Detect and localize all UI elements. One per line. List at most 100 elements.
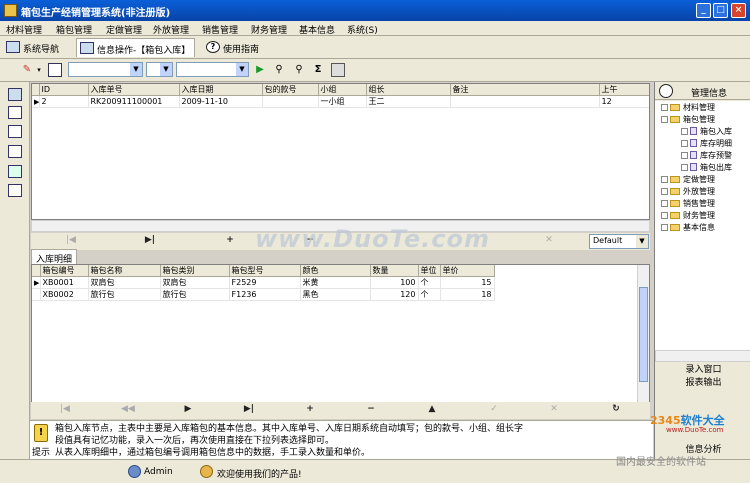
minimize-button[interactable]: _ — [696, 3, 711, 18]
menu-system[interactable]: 系统(S) — [347, 23, 378, 36]
chevron-down-icon[interactable]: ▾ — [35, 63, 43, 77]
table-cell[interactable]: 2009-11-10 — [179, 95, 263, 108]
table-row[interactable]: XB0002 旅行包 旅行包 F1236 黑色 120 个 18 — [32, 288, 495, 301]
tree-node-bag-outbound[interactable]: 箱包出库 — [681, 162, 732, 173]
document-icon[interactable] — [8, 145, 22, 158]
menu-basic-info[interactable]: 基本信息 — [299, 23, 335, 36]
tab-system-nav[interactable]: 系统导航 — [3, 38, 63, 57]
column-header[interactable]: 数量 — [370, 265, 419, 277]
table-row[interactable]: ▶ XB0001 双肩包 双肩包 F2529 米黄 100 个 15 — [32, 276, 495, 289]
prev-page-button[interactable]: ◀◀ — [121, 404, 135, 414]
table-cell[interactable]: 12 — [599, 95, 649, 108]
tree-node-stock-detail[interactable]: 库存明细 — [681, 138, 732, 149]
menu-material[interactable]: 材料管理 — [6, 23, 42, 36]
last-record-button[interactable]: ▶| — [144, 235, 156, 245]
tab-info-operation[interactable]: 信息操作-【箱包入库】 — [76, 38, 196, 57]
form-view-icon[interactable] — [8, 125, 22, 138]
report-output-button[interactable]: 报表输出 — [657, 377, 750, 389]
column-header[interactable]: 入库单号 — [88, 84, 180, 96]
tree-node-bag-inbound[interactable]: 箱包入库 — [681, 126, 732, 137]
print-icon[interactable] — [331, 63, 345, 77]
table-cell[interactable]: 120 — [370, 288, 419, 301]
find-next-icon[interactable]: ⚲ — [292, 63, 306, 77]
column-header[interactable]: 备注 — [450, 84, 600, 96]
tree-node-finance[interactable]: 财务管理 — [661, 210, 715, 221]
expand-icon[interactable] — [661, 176, 668, 183]
expand-icon[interactable] — [681, 128, 688, 135]
find-icon[interactable]: ⚲ — [272, 63, 286, 77]
image-icon[interactable] — [8, 165, 22, 178]
column-header[interactable]: 入库日期 — [179, 84, 263, 96]
table-cell[interactable]: RK200911100001 — [88, 95, 180, 108]
table-cell[interactable]: 15 — [440, 276, 495, 289]
column-header[interactable]: ID — [39, 84, 89, 96]
table-cell[interactable]: 旅行包 — [160, 288, 230, 301]
column-header[interactable]: 箱包类别 — [160, 265, 230, 277]
column-header[interactable]: 上午 — [599, 84, 649, 96]
column-header[interactable]: 小组 — [318, 84, 367, 96]
tab-user-guide[interactable]: ? 使用指南 — [203, 38, 263, 57]
collapse-icon[interactable] — [661, 116, 668, 123]
menu-finance[interactable]: 财务管理 — [251, 23, 287, 36]
tree-node-material[interactable]: 材料管理 — [661, 102, 715, 113]
menu-sales[interactable]: 销售管理 — [202, 23, 238, 36]
expand-icon[interactable] — [661, 212, 668, 219]
menu-outsource[interactable]: 外放管理 — [153, 23, 189, 36]
post-edit-button[interactable]: ✓ — [488, 404, 500, 414]
table-cell[interactable]: 100 — [370, 276, 419, 289]
insert-record-button[interactable]: + — [224, 235, 236, 245]
layout-select[interactable]: Default ▼ — [589, 234, 649, 249]
delete-record-button[interactable]: − — [365, 404, 377, 414]
search-doc-icon[interactable] — [48, 63, 62, 77]
sum-icon[interactable]: Σ — [311, 63, 325, 77]
column-header[interactable]: 包的款号 — [262, 84, 319, 96]
column-header[interactable]: 箱包名称 — [88, 265, 161, 277]
table-cell[interactable]: XB0002 — [40, 288, 89, 301]
expand-icon[interactable] — [661, 200, 668, 207]
table-cell[interactable] — [262, 95, 319, 108]
scroll-thumb[interactable] — [639, 287, 648, 382]
table-cell[interactable]: 个 — [418, 288, 441, 301]
filter-field-select[interactable]: ▼ — [68, 62, 143, 77]
grid-view-icon[interactable] — [8, 88, 22, 101]
table-cell[interactable]: F1236 — [229, 288, 301, 301]
table-cell[interactable]: 王二 — [366, 95, 451, 108]
column-header[interactable]: 单位 — [418, 265, 441, 277]
tree-node-sales[interactable]: 销售管理 — [661, 198, 715, 209]
table-cell[interactable]: 米黄 — [300, 276, 371, 289]
entry-window-button[interactable]: 录入窗口 — [657, 364, 750, 376]
cancel-edit-button[interactable]: ✕ — [543, 235, 555, 245]
table-cell[interactable]: 18 — [440, 288, 495, 301]
refresh-icon[interactable]: ↻ — [610, 404, 622, 414]
column-header[interactable]: 颜色 — [300, 265, 371, 277]
expand-icon[interactable] — [681, 140, 688, 147]
column-header[interactable]: 单价 — [440, 265, 495, 277]
column-header[interactable]: 箱包编号 — [40, 265, 89, 277]
expand-icon[interactable] — [681, 164, 688, 171]
first-record-button[interactable]: |◀ — [65, 235, 77, 245]
tree-node-custom[interactable]: 定做管理 — [661, 174, 715, 185]
run-icon[interactable]: ▶ — [253, 63, 267, 77]
filter-value-select[interactable]: ▼ — [176, 62, 249, 77]
report-icon[interactable] — [8, 184, 22, 197]
tree-node-basic-info[interactable]: 基本信息 — [661, 222, 715, 233]
table-cell[interactable]: 黑色 — [300, 288, 371, 301]
expand-icon[interactable] — [681, 152, 688, 159]
tree-node-bag[interactable]: 箱包管理 — [661, 114, 715, 125]
expand-icon[interactable] — [661, 104, 668, 111]
menu-bag[interactable]: 箱包管理 — [56, 23, 92, 36]
pencil-icon[interactable]: ✎ — [20, 63, 34, 77]
filter-operator-select[interactable]: ▼ — [146, 62, 173, 77]
table-row[interactable]: ▶ 2 RK200911100001 2009-11-10 一小组 王二 12 — [32, 95, 649, 108]
menu-custom[interactable]: 定做管理 — [106, 23, 142, 36]
table-cell[interactable]: 旅行包 — [88, 288, 161, 301]
insert-record-button[interactable]: + — [304, 404, 316, 414]
close-button[interactable]: × — [731, 3, 746, 18]
table-cell[interactable]: 一小组 — [318, 95, 367, 108]
expand-icon[interactable] — [661, 224, 668, 231]
table-cell[interactable]: XB0001 — [40, 276, 89, 289]
tree-node-stock-warning[interactable]: 库存预警 — [681, 150, 732, 161]
tab-inbound-detail[interactable]: 入库明细 — [31, 249, 78, 265]
table-cell[interactable] — [450, 95, 600, 108]
next-record-button[interactable]: ▶ — [182, 404, 194, 414]
